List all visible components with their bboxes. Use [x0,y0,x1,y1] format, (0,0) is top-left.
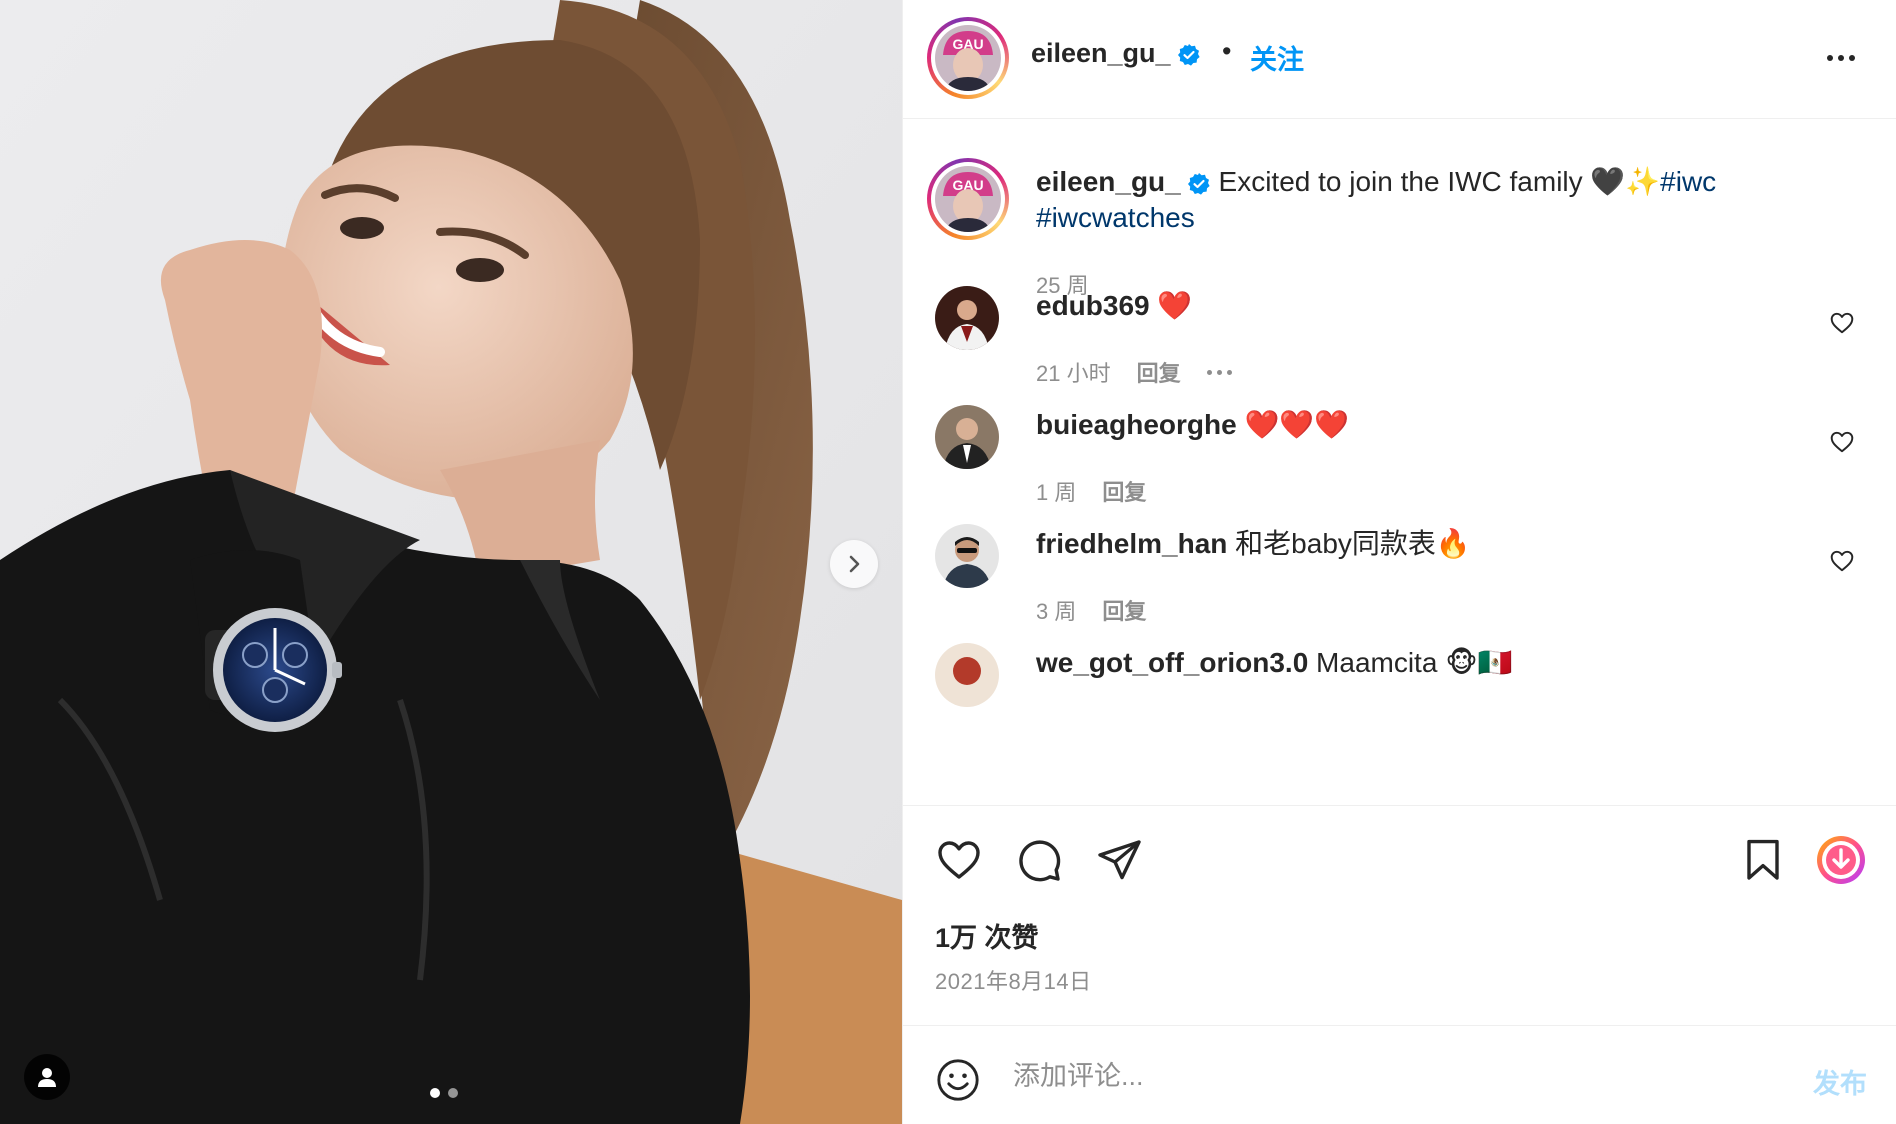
avatar-image [935,524,999,588]
caption-author-avatar[interactable]: GAU [927,158,1009,240]
share-button[interactable] [1095,836,1143,889]
comment-avatar[interactable] [935,286,999,350]
comment-avatar[interactable] [935,524,999,588]
chevron-right-icon [849,555,860,573]
save-button[interactable] [1739,836,1787,889]
emoji-button[interactable] [935,1057,981,1108]
carousel-dot-active [430,1088,440,1098]
post-side-panel: GAU eileen_gu_ • 关注 GAU eileen_gu_ Excit… [902,0,1896,1124]
comment-timestamp[interactable]: 21 小时 [1036,356,1111,388]
bookmark-icon [1747,839,1779,880]
comment-button[interactable] [1015,836,1063,889]
comment-body: ❤️ [1157,290,1193,321]
author-username[interactable]: eileen_gu_ [1031,38,1201,69]
comment-input[interactable] [1013,1054,1713,1098]
comment-composer: 发布 [903,1025,1896,1124]
post-header: GAU eileen_gu_ • 关注 [903,0,1896,119]
comment-text: edub369 ❤️ [1036,288,1192,324]
comment-item: we_got_off_orion3.0 Maamcita 🐵🇲🇽 [903,643,1896,763]
comment-item: friedhelm_han 和老baby同款表🔥 3 周 回复 [903,524,1896,644]
post-caption: eileen_gu_ Excited to join the IWC famil… [1036,164,1836,236]
carousel-next-button[interactable] [830,540,878,588]
heart-icon [938,841,980,879]
like-count[interactable]: 1万 次赞 [935,916,1039,955]
emoji-icon [937,1059,979,1101]
like-button[interactable] [935,836,983,889]
comment-username[interactable]: edub369 [1036,290,1150,321]
comment-like-button[interactable] [1829,310,1855,341]
photo-image [0,0,902,1124]
send-icon [1098,840,1141,880]
hashtag-link[interactable]: #iwc [1660,166,1716,197]
comment-avatar[interactable] [935,405,999,469]
heart-icon [1830,431,1854,453]
comment-text: friedhelm_han 和老baby同款表🔥 [1036,526,1471,562]
carousel-indicator [430,1088,458,1098]
comment-body: 和老baby同款表🔥 [1235,528,1471,559]
download-button[interactable] [1815,834,1867,891]
comment-avatar[interactable] [935,643,999,707]
download-icon [1817,836,1865,884]
post-date[interactable]: 2021年8月14日 [935,964,1092,996]
verified-badge-icon [1177,43,1200,66]
post-options-button[interactable] [1825,42,1857,79]
caption-username[interactable]: eileen_gu_ [1036,166,1181,197]
more-icon [1827,55,1855,61]
avatar-image [935,286,999,350]
reply-button[interactable]: 回复 [1137,356,1181,388]
reply-button[interactable]: 回复 [1102,475,1146,507]
comment-icon [1019,840,1061,882]
comment-timestamp[interactable]: 1 周 [1036,475,1076,507]
comment-text: we_got_off_orion3.0 Maamcita 🐵🇲🇽 [1036,645,1512,681]
comment-options-button[interactable] [1206,369,1232,375]
post-comment-button[interactable]: 发布 [1813,1062,1867,1101]
author-avatar[interactable]: GAU [927,17,1009,99]
avatar-image [935,643,999,707]
avatar-image: GAU [935,25,1001,91]
comment-body: ❤️❤️❤️ [1244,409,1350,440]
carousel-dot [448,1088,458,1098]
hashtag-link[interactable]: #iwcwatches [1036,202,1195,233]
comment-item: edub369 ❤️ 21 小时 回复 [903,286,1896,406]
comment-like-button[interactable] [1829,548,1855,579]
heart-icon [1830,312,1854,334]
comment-meta: 3 周 回复 [1036,594,1146,626]
post-photo[interactable] [0,0,902,1124]
comment-meta: 1 周 回复 [1036,475,1146,507]
caption-text: Excited to join the IWC family 🖤✨ [1218,166,1661,197]
author-username-text[interactable]: eileen_gu_ [1031,38,1171,68]
verified-badge-icon [1187,172,1210,195]
comment-like-button[interactable] [1829,429,1855,460]
comment-text: buieagheorghe ❤️❤️❤️ [1036,407,1349,443]
comments-list[interactable]: GAU eileen_gu_ Excited to join the IWC f… [903,120,1896,804]
user-tag-icon [38,1068,56,1087]
header-separator: • [1222,36,1232,66]
comment-username[interactable]: we_got_off_orion3.0 [1036,647,1308,678]
comment-body: Maamcita 🐵🇲🇽 [1316,647,1513,678]
avatar-image: GAU [935,166,1001,232]
heart-icon [1830,550,1854,572]
comment-username[interactable]: buieagheorghe [1036,409,1237,440]
avatar-image [935,405,999,469]
comment-timestamp[interactable]: 3 周 [1036,594,1076,626]
tagged-users-button[interactable] [24,1054,70,1100]
comment-username[interactable]: friedhelm_han [1036,528,1227,559]
follow-button[interactable]: 关注 [1250,38,1304,77]
reply-button[interactable]: 回复 [1102,594,1146,626]
post-actions: 1万 次赞 2021年8月14日 [903,805,1896,1025]
comment-item: buieagheorghe ❤️❤️❤️ 1 周 回复 [903,405,1896,525]
comment-meta: 21 小时 回复 [1036,356,1232,388]
